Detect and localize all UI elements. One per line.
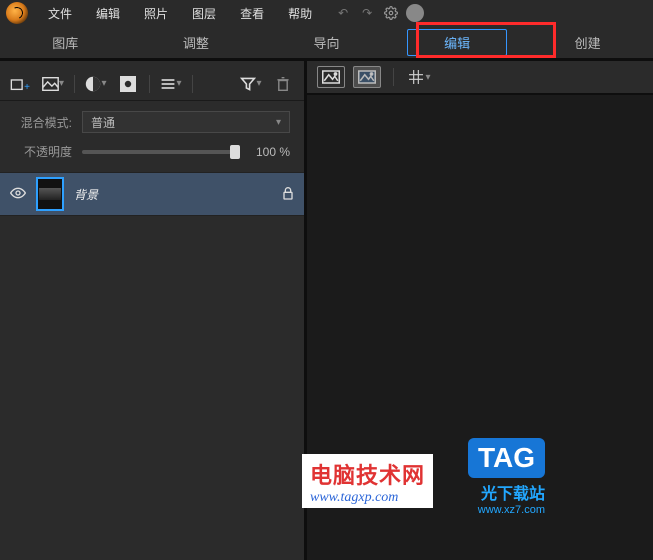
menu-view[interactable]: 查看 bbox=[228, 1, 276, 26]
separator bbox=[74, 75, 75, 93]
delete-layer-icon[interactable] bbox=[272, 74, 294, 94]
mask-icon[interactable] bbox=[117, 74, 139, 94]
tab-adjust[interactable]: 调整 bbox=[131, 27, 262, 58]
separator bbox=[149, 75, 150, 93]
settings-gear-icon[interactable] bbox=[382, 4, 400, 22]
tab-create[interactable]: 创建 bbox=[522, 27, 653, 58]
watermark-tag-label: TAG bbox=[468, 438, 545, 478]
menu-layer[interactable]: 图层 bbox=[180, 1, 228, 26]
menu-photo[interactable]: 照片 bbox=[132, 1, 180, 26]
new-layer-icon[interactable]: + bbox=[10, 74, 32, 94]
opacity-row: 不透明度 100 % bbox=[0, 139, 304, 172]
layer-row-background[interactable]: 背景 bbox=[0, 172, 304, 216]
slider-thumb[interactable] bbox=[230, 145, 240, 159]
watermark-tagxp: 电脑技术网 www.tagxp.com bbox=[302, 454, 433, 508]
menu-edit[interactable]: 编辑 bbox=[84, 1, 132, 26]
lock-icon[interactable] bbox=[282, 186, 294, 203]
watermark-xz7-url: www.xz7.com bbox=[468, 504, 545, 516]
tab-library[interactable]: 图库 bbox=[0, 27, 131, 58]
user-avatar-icon[interactable] bbox=[406, 4, 424, 22]
chevron-down-icon: ▾ bbox=[276, 117, 281, 128]
layers-toolbar: + ▾ ▾ ▾ ▾ bbox=[0, 67, 304, 101]
opacity-slider[interactable] bbox=[82, 150, 240, 154]
fit-view-icon[interactable] bbox=[317, 66, 345, 88]
visibility-eye-icon[interactable] bbox=[10, 187, 26, 202]
app-logo-icon bbox=[6, 2, 28, 24]
blend-mode-value: 普通 bbox=[91, 114, 115, 131]
tab-guided[interactable]: 导向 bbox=[261, 27, 392, 58]
actual-view-icon[interactable] bbox=[353, 66, 381, 88]
opacity-value: 100 % bbox=[250, 145, 290, 159]
watermark-xz7-title: 光下载站 bbox=[468, 480, 545, 504]
tab-edit[interactable]: 编辑 bbox=[392, 23, 523, 62]
watermark-xz7: TAG 光下载站 www.xz7.com bbox=[468, 438, 545, 516]
blend-mode-row: 混合模式: 普通 ▾ bbox=[0, 101, 304, 139]
mode-tabs: 图库 调整 导向 编辑 创建 bbox=[0, 26, 653, 58]
menu-file[interactable]: 文件 bbox=[36, 1, 84, 26]
menu-help[interactable]: 帮助 bbox=[276, 1, 324, 26]
image-layer-icon[interactable]: ▾ bbox=[42, 74, 64, 94]
separator bbox=[393, 68, 394, 86]
layers-panel: + ▾ ▾ ▾ ▾ 混合模式 bbox=[0, 61, 307, 560]
canvas-toolbar: ▾ bbox=[307, 61, 653, 95]
layer-thumbnail[interactable] bbox=[36, 177, 64, 211]
opacity-label: 不透明度 bbox=[14, 143, 72, 160]
layer-name-label: 背景 bbox=[74, 186, 272, 203]
redo-icon[interactable]: ↷ bbox=[358, 4, 376, 22]
watermark-tagxp-title: 电脑技术网 bbox=[310, 458, 425, 490]
grid-toggle-icon[interactable]: ▾ bbox=[406, 66, 434, 88]
blend-mode-label: 混合模式: bbox=[14, 114, 72, 131]
blend-mode-select[interactable]: 普通 ▾ bbox=[82, 111, 290, 133]
separator bbox=[192, 75, 193, 93]
undo-icon[interactable]: ↶ bbox=[334, 4, 352, 22]
menu-bar: 文件 编辑 照片 图层 查看 帮助 ↶ ↷ bbox=[0, 0, 653, 26]
filter-icon[interactable]: ▾ bbox=[240, 74, 262, 94]
watermark-tagxp-url: www.tagxp.com bbox=[310, 490, 425, 506]
layer-options-icon[interactable]: ▾ bbox=[160, 74, 182, 94]
adjustment-layer-icon[interactable]: ▾ bbox=[85, 74, 107, 94]
